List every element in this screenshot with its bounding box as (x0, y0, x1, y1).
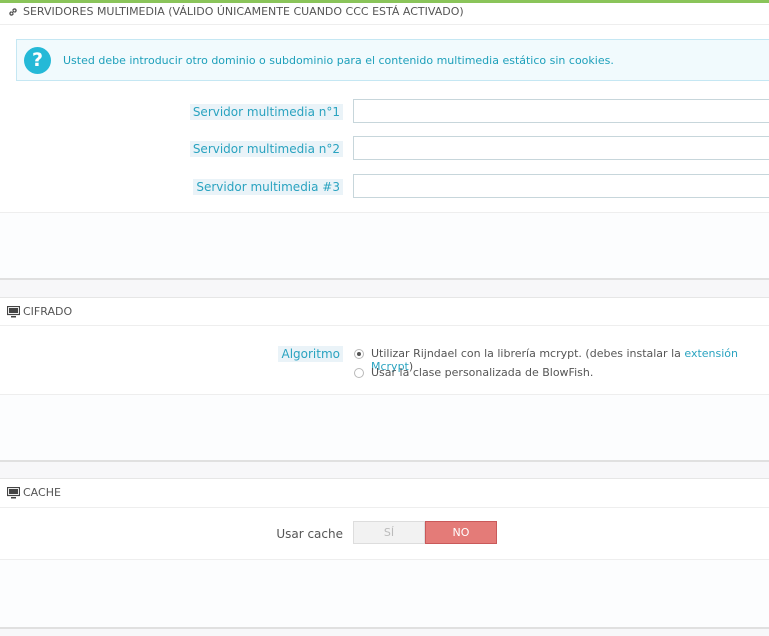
question-icon: ? (24, 47, 51, 74)
info-message: Usted debe introducir otro dominio o sub… (63, 54, 614, 67)
use-cache-label: Usar cache (276, 527, 343, 541)
algorithm-label: Algoritmo (278, 346, 343, 362)
top-accent-bar (0, 0, 769, 3)
media-server-3-input[interactable] (353, 174, 769, 198)
encryption-panel: CIFRADO Algoritmo Utilizar Rijndael con … (0, 297, 769, 462)
media-server-1-label: Servidor multimedia n°1 (189, 104, 343, 120)
media-server-2-input[interactable] (353, 136, 769, 160)
rijndael-radio[interactable] (354, 349, 364, 359)
encryption-heading: CIFRADO (0, 298, 769, 326)
blowfish-radio[interactable] (354, 368, 364, 378)
monitor-icon (6, 305, 20, 319)
info-alert: ? Usted debe introducir otro dominio o s… (16, 39, 769, 81)
encryption-footer (0, 394, 769, 460)
cache-footer (0, 559, 769, 627)
cache-title: CACHE (23, 486, 61, 499)
cache-no-button[interactable]: NO (425, 521, 497, 544)
media-server-2-label: Servidor multimedia n°2 (189, 141, 343, 157)
media-server-3-label: Servidor multimedia #3 (193, 179, 343, 195)
rijndael-option-text: Utilizar Rijndael con la librería mcrypt… (371, 347, 685, 360)
cache-panel: CACHE (0, 478, 769, 629)
encryption-title: CIFRADO (23, 305, 73, 318)
media-server-1-input[interactable] (353, 99, 769, 123)
cache-heading: CACHE (0, 479, 769, 508)
blowfish-option-label[interactable]: Usar la clase personalizada de BlowFish. (371, 366, 593, 379)
link-icon (6, 5, 20, 19)
cache-yes-button[interactable]: SÍ (353, 521, 425, 544)
media-servers-panel: SERVIDORES MULTIMEDIA (VÁLIDO ÚNICAMENTE… (0, 0, 769, 280)
monitor-icon (6, 486, 20, 500)
media-servers-heading: SERVIDORES MULTIMEDIA (VÁLIDO ÚNICAMENTE… (0, 0, 769, 25)
media-servers-title: SERVIDORES MULTIMEDIA (VÁLIDO ÚNICAMENTE… (23, 5, 464, 18)
media-servers-footer (0, 212, 769, 278)
